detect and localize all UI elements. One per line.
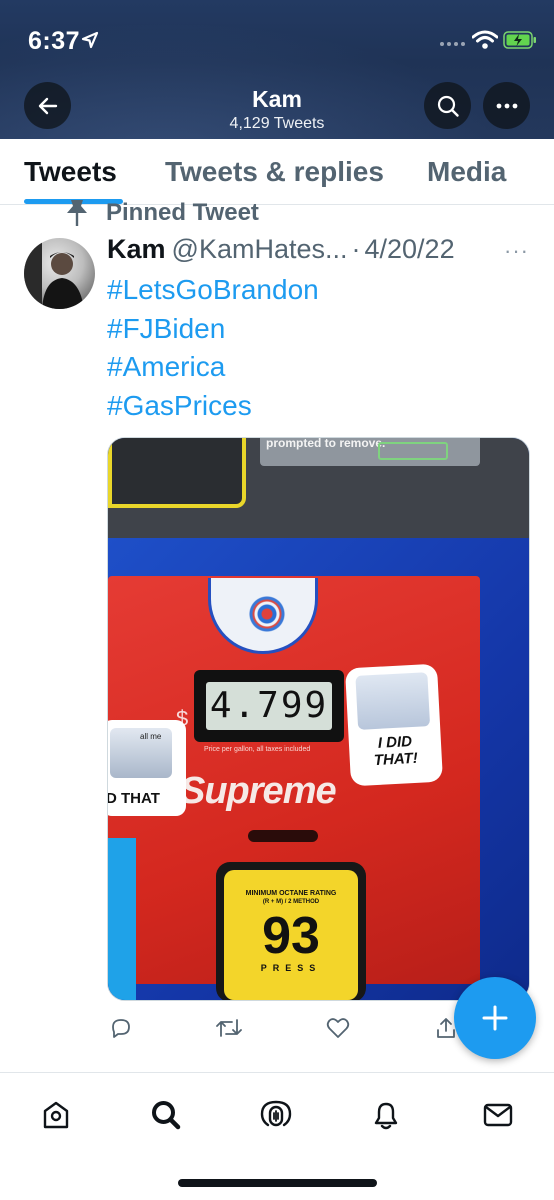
wifi-icon xyxy=(472,30,498,49)
retweet-icon xyxy=(216,1019,242,1037)
profile-tabs: Tweets Tweets & replies Media xyxy=(0,139,554,205)
tweet-media-photo[interactable]: prompted to remove. 4.799 $ Price per ga… xyxy=(107,437,530,1001)
retweet-button[interactable] xyxy=(215,1013,243,1043)
octane-value: 93 xyxy=(262,907,320,965)
i-did-that-sticker: I DID THAT! xyxy=(344,663,444,787)
status-time: 6:37 xyxy=(28,27,81,55)
search-icon xyxy=(437,95,459,117)
battery-charging-icon xyxy=(503,31,536,49)
nav-spaces[interactable] xyxy=(258,1097,294,1133)
avatar[interactable] xyxy=(24,238,95,309)
reply-button[interactable] xyxy=(107,1013,135,1043)
heart-icon xyxy=(326,1018,350,1038)
hashtag-link[interactable]: #America xyxy=(107,348,527,387)
nav-notifications[interactable] xyxy=(368,1097,404,1133)
tweet-date[interactable]: 4/20/22 xyxy=(365,234,455,264)
compose-tweet-button[interactable] xyxy=(454,977,536,1059)
pinned-tweet-text: Pinned Tweet xyxy=(106,199,259,226)
tab-tweets[interactable]: Tweets xyxy=(24,156,117,188)
tweet-author-name[interactable]: Kam xyxy=(107,234,166,264)
bell-icon xyxy=(374,1102,398,1130)
octane-press: PRESS xyxy=(260,963,322,973)
sticker-text: I DID THAT! xyxy=(373,733,419,770)
search-button[interactable] xyxy=(424,82,471,129)
pinned-tweet-label: Pinned Tweet xyxy=(62,198,259,226)
profile-header-banner: 6:37 Kam 4,129 Tweets xyxy=(0,0,554,139)
home-icon xyxy=(43,1101,69,1129)
cellular-signal-icon xyxy=(440,42,465,46)
price-value: 4.799 xyxy=(206,682,332,730)
reply-icon xyxy=(112,1019,130,1038)
nav-messages[interactable] xyxy=(480,1097,516,1133)
more-button[interactable] xyxy=(483,82,530,129)
hashtag-link[interactable]: #FJBiden xyxy=(107,310,527,349)
location-arrow-icon xyxy=(81,31,99,49)
tab-media[interactable]: Media xyxy=(427,156,506,188)
price-fine-print: Price per gallon, all taxes included xyxy=(204,746,311,753)
pump-side-panel xyxy=(108,838,136,1000)
more-horizontal-icon xyxy=(496,103,517,108)
hashtag-link[interactable]: #GasPrices xyxy=(107,387,527,426)
profile-name: Kam xyxy=(252,86,302,112)
nav-home[interactable] xyxy=(38,1097,74,1133)
supreme-sticker: Supreme xyxy=(180,770,337,812)
left-sticker: all me D THAT xyxy=(107,720,186,816)
tweet-separator: · xyxy=(351,234,361,264)
tab-tweets-and-replies[interactable]: Tweets & replies xyxy=(165,156,384,188)
like-button[interactable] xyxy=(324,1013,352,1043)
tweet-count: 4,129 Tweets xyxy=(229,115,325,132)
home-indicator[interactable] xyxy=(178,1179,377,1187)
mail-icon xyxy=(483,1103,513,1127)
tweet-more-button[interactable]: ··· xyxy=(504,238,529,264)
tweet-author-handle[interactable]: @KamHates... xyxy=(172,234,348,264)
status-bar: 6:37 xyxy=(0,0,554,80)
hashtag-link[interactable]: #LetsGoBrandon xyxy=(107,271,527,310)
octane-method: (R + M) / 2 METHOD xyxy=(262,899,320,905)
profile-title: Kam 4,129 Tweets xyxy=(0,86,554,133)
pin-icon xyxy=(67,200,87,226)
user-photo xyxy=(24,238,84,309)
tweet-text: #LetsGoBrandon #FJBiden #America #GasPri… xyxy=(107,271,527,425)
tweet-header: Kam @KamHates... · 4/20/22 xyxy=(107,234,455,265)
search-icon xyxy=(152,1101,181,1130)
spaces-icon xyxy=(260,1100,292,1127)
octane-title: MINIMUM OCTANE RATING xyxy=(245,890,337,897)
pump-card-reader xyxy=(108,438,246,508)
octane-button: MINIMUM OCTANE RATING (R + M) / 2 METHOD… xyxy=(216,862,366,1000)
pump-receipt-slot xyxy=(248,830,318,842)
sticker-text: D THAT xyxy=(107,790,160,807)
price-display: 4.799 xyxy=(194,670,344,742)
nav-explore[interactable] xyxy=(148,1097,184,1133)
pump-slot xyxy=(378,442,448,460)
plus-icon xyxy=(482,1005,508,1031)
sticker-small-text: all me xyxy=(140,732,162,741)
